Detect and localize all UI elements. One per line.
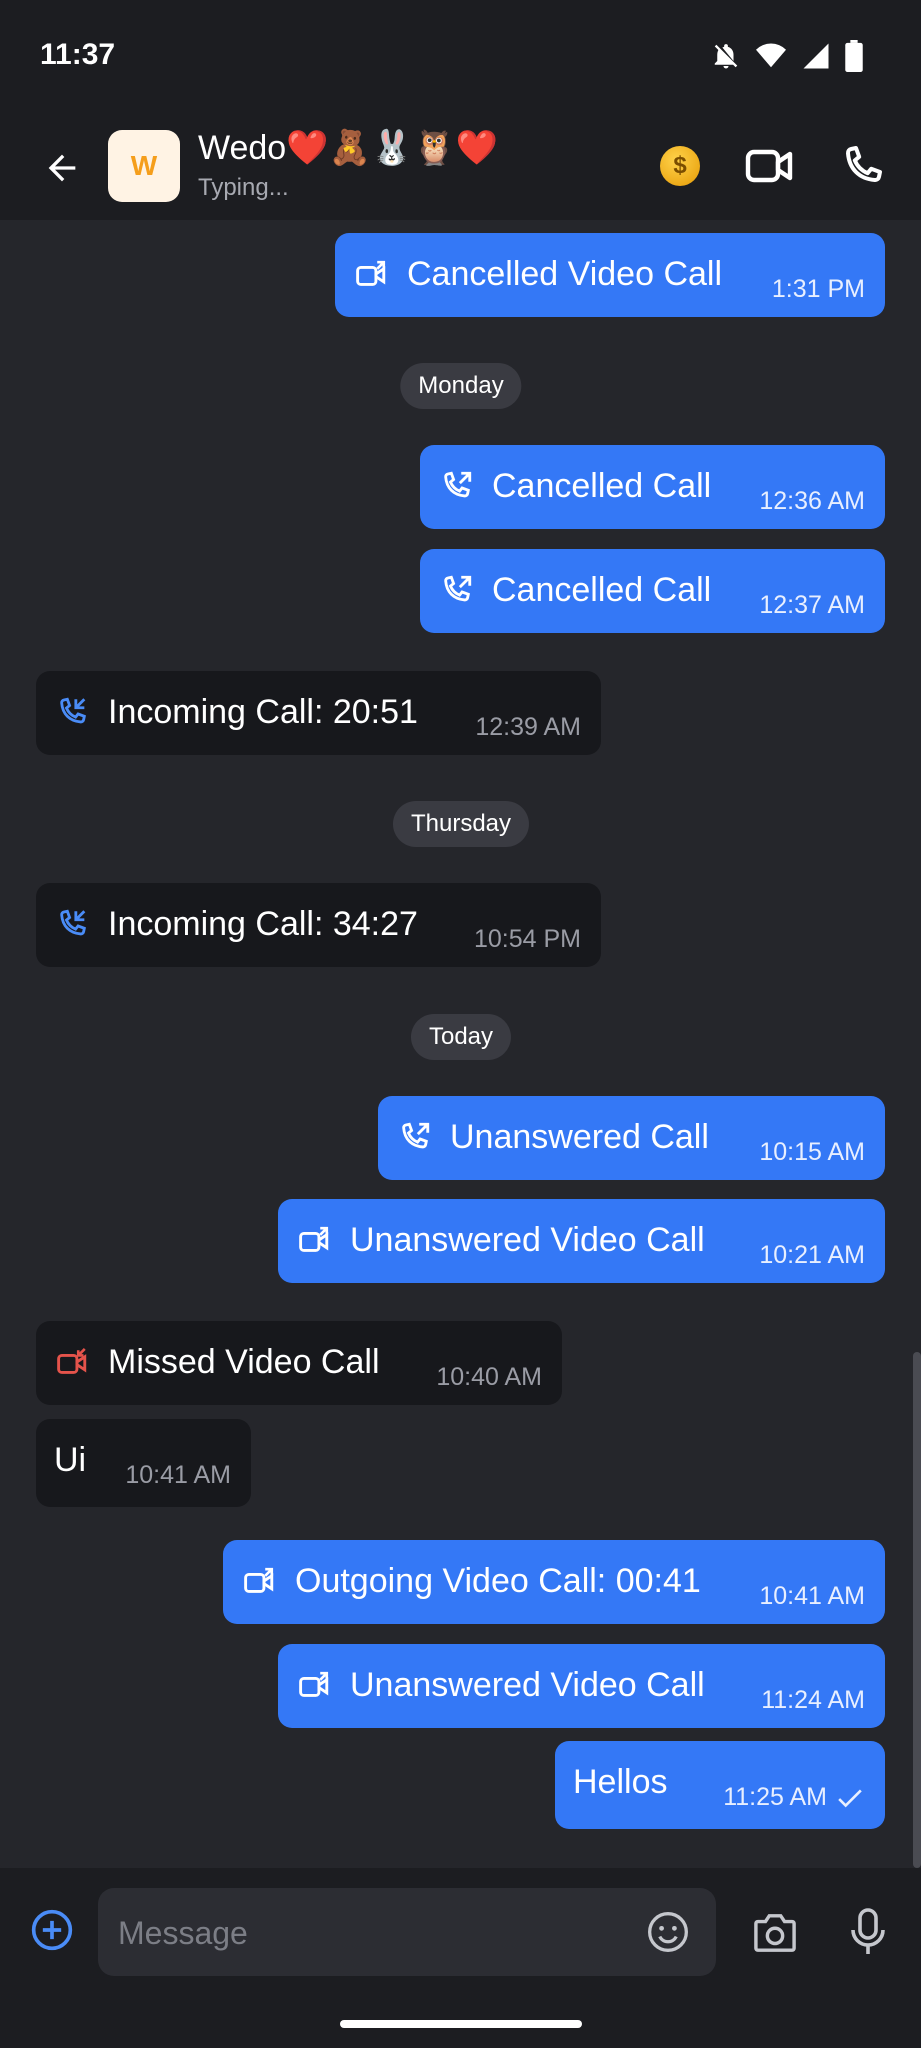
- message-text: Cancelled Video Call: [407, 255, 723, 293]
- message-time: 11:25 AM: [723, 1783, 827, 1811]
- incoming-call-icon: [60, 697, 86, 724]
- notifications-off-icon: [714, 44, 738, 69]
- message-time: 10:40 AM: [436, 1363, 542, 1391]
- message-bubble[interactable]: Ui 10:41 AM: [36, 1419, 251, 1507]
- message-bubble[interactable]: Incoming Call: 20:51 12:39 AM: [36, 671, 601, 755]
- camera-icon[interactable]: [752, 1912, 798, 1954]
- message-bubble[interactable]: Incoming Call: 34:27 10:54 PM: [36, 883, 601, 967]
- message-text: Unanswered Video Call: [350, 1666, 705, 1704]
- date-separator: Today: [410, 1014, 512, 1060]
- contact-name[interactable]: Wedo❤️🧸🐰🦉❤️: [198, 128, 498, 168]
- message-bubble[interactable]: Unanswered Video Call 10:21 AM: [278, 1199, 885, 1283]
- message-time: 10:41 AM: [125, 1461, 231, 1489]
- add-attachment-icon[interactable]: [30, 1908, 74, 1952]
- video-call-icon: [356, 260, 386, 286]
- outgoing-call-icon: [402, 1122, 430, 1149]
- message-text: Unanswered Video Call: [350, 1221, 705, 1259]
- wifi-icon: [756, 43, 786, 68]
- message-bubble[interactable]: Cancelled Video Call 1:31 PM: [335, 233, 885, 317]
- home-indicator[interactable]: [340, 2020, 582, 2028]
- outgoing-call-icon: [444, 471, 472, 498]
- missed-video-call-icon: [57, 1347, 87, 1374]
- coin-icon[interactable]: $: [660, 146, 700, 186]
- message-time: 10:54 PM: [473, 925, 581, 953]
- back-arrow-icon[interactable]: [42, 148, 82, 188]
- message-text: Unanswered Call: [450, 1118, 709, 1156]
- message-bubble[interactable]: Missed Video Call 10:40 AM: [36, 1321, 562, 1405]
- chat-header: W Wedo❤️🧸🐰🦉❤️ Typing... $: [0, 112, 921, 220]
- status-time: 11:37: [40, 38, 116, 71]
- contact-status: Typing...: [198, 174, 289, 201]
- message-bubble[interactable]: Unanswered Call 10:15 AM: [378, 1096, 885, 1180]
- sent-check-icon: [838, 1789, 862, 1808]
- message-bubble[interactable]: Hellos 11:25 AM: [555, 1741, 885, 1829]
- message-time: 10:41 AM: [759, 1582, 865, 1610]
- message-time: 12:39 AM: [475, 713, 581, 741]
- message-text: Ui: [54, 1441, 87, 1479]
- message-text: Cancelled Call: [492, 571, 712, 609]
- video-call-icon: [299, 1671, 329, 1697]
- date-separator: Monday: [400, 363, 522, 409]
- voice-call-button-icon[interactable]: [836, 142, 888, 190]
- message-time: 12:36 AM: [759, 487, 865, 515]
- message-field: [98, 1888, 716, 1976]
- signal-icon: [803, 43, 829, 69]
- message-time: 1:31 PM: [771, 275, 865, 303]
- video-call-icon: [244, 1567, 274, 1593]
- scrollbar[interactable]: [913, 1352, 921, 1868]
- avatar[interactable]: W: [108, 130, 180, 202]
- video-call-button-icon[interactable]: [744, 142, 796, 190]
- outgoing-call-icon: [444, 575, 472, 602]
- status-bar: 11:37: [0, 0, 921, 112]
- microphone-icon[interactable]: [850, 1908, 886, 1956]
- date-separator: Thursday: [392, 801, 530, 847]
- incoming-call-icon: [60, 909, 86, 936]
- status-icons: [711, 40, 863, 72]
- message-time: 10:15 AM: [759, 1138, 865, 1166]
- message-text: Outgoing Video Call: 00:41: [295, 1562, 701, 1600]
- message-text: Hellos: [573, 1763, 668, 1801]
- message-time: 12:37 AM: [759, 591, 865, 619]
- message-text: Incoming Call: 20:51: [108, 693, 418, 731]
- message-bubble[interactable]: Cancelled Call 12:37 AM: [420, 549, 885, 633]
- battery-icon: [845, 40, 863, 72]
- message-bubble[interactable]: Outgoing Video Call: 00:41 10:41 AM: [223, 1540, 885, 1624]
- message-input[interactable]: [116, 1908, 620, 1958]
- message-text: Incoming Call: 34:27: [108, 905, 418, 943]
- video-call-icon: [299, 1226, 329, 1252]
- message-time: 10:21 AM: [759, 1241, 865, 1269]
- message-text: Missed Video Call: [108, 1343, 380, 1381]
- message-text: Cancelled Call: [492, 467, 712, 505]
- composer-bar: [0, 1868, 921, 2048]
- avatar-letter: W: [130, 150, 158, 181]
- message-bubble[interactable]: Unanswered Video Call 11:24 AM: [278, 1644, 885, 1728]
- message-time: 11:24 AM: [761, 1686, 865, 1714]
- message-bubble[interactable]: Cancelled Call 12:36 AM: [420, 445, 885, 529]
- emoji-icon[interactable]: [646, 1910, 690, 1954]
